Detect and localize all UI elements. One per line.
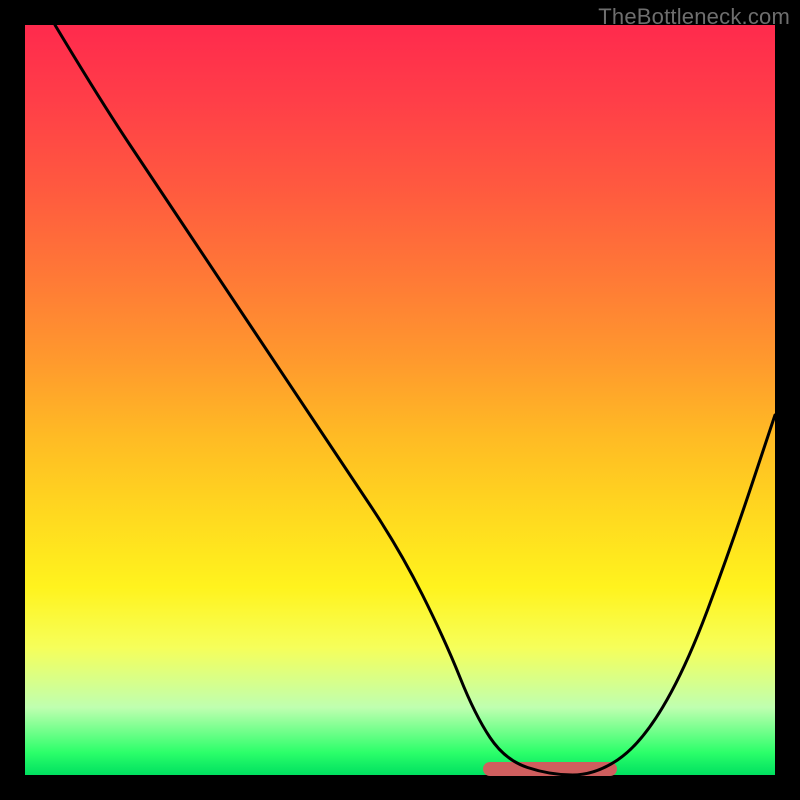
bottleneck-curve — [55, 25, 775, 775]
chart-frame: TheBottleneck.com — [0, 0, 800, 800]
plot-svg — [25, 25, 775, 775]
plot-area — [25, 25, 775, 775]
watermark-text: TheBottleneck.com — [598, 4, 790, 30]
